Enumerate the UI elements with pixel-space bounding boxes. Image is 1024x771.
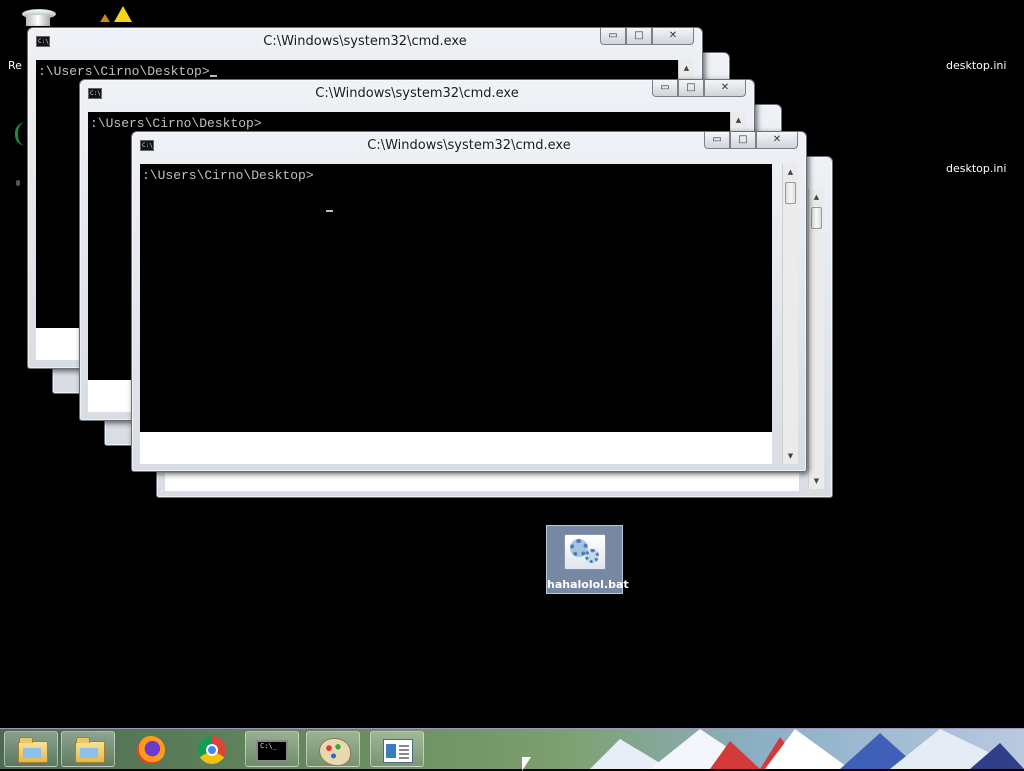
- desktop-label-partial[interactable]: Re: [8, 59, 22, 72]
- close-button[interactable]: ✕: [652, 28, 694, 45]
- bat-file-label: hahalolol.bat: [547, 578, 629, 591]
- title-bar[interactable]: C:\_ C:\Windows\system32\cmd.exe ▭ □ ✕: [80, 80, 754, 107]
- title-bar[interactable]: C:\_ C:\Windows\system32\cmd.exe ▭ □ ✕: [28, 28, 702, 55]
- console-output[interactable]: :\Users\Cirno\Desktop>: [140, 164, 772, 432]
- console-prompt: :\Users\Cirno\Desktop>: [90, 116, 262, 131]
- desktop-icon-partial[interactable]: [15, 122, 26, 146]
- vertical-scrollbar[interactable]: ▲ ▼: [808, 189, 824, 489]
- scrollbar-thumb[interactable]: [811, 207, 822, 229]
- maximize-button[interactable]: □: [678, 80, 704, 97]
- taskbar-chrome-button[interactable]: [185, 731, 239, 767]
- text-cursor: [209, 75, 217, 77]
- firefox-icon: [137, 736, 165, 764]
- taskbar-explorer-button[interactable]: [4, 731, 58, 767]
- minimize-button[interactable]: ▭: [600, 28, 626, 45]
- taskbar-explorer-button[interactable]: [61, 731, 115, 767]
- scroll-up-arrow-icon[interactable]: ▲: [679, 60, 694, 76]
- desktop: Re desktop.ini desktop.ini ▲ ▼ C:\_ C:\W…: [0, 0, 1024, 728]
- folder-icon: [75, 737, 105, 763]
- close-button[interactable]: ✕: [756, 132, 798, 149]
- paint-icon: [319, 738, 351, 766]
- folder-icon: [18, 737, 48, 763]
- text-cursor: [326, 210, 333, 212]
- bat-file-icon[interactable]: hahalolol.bat: [546, 525, 629, 594]
- cmd-window-active[interactable]: C:\_ C:\Windows\system32\cmd.exe ▭ □ ✕ :…: [131, 131, 807, 472]
- scroll-up-arrow-icon[interactable]: ▲: [783, 164, 798, 180]
- minimize-button[interactable]: ▭: [704, 132, 730, 149]
- mouse-pointer-icon: [522, 757, 531, 771]
- editor-icon: [383, 739, 413, 763]
- taskbar: C:\_: [0, 728, 1024, 769]
- scroll-down-arrow-icon[interactable]: ▼: [783, 448, 798, 464]
- scrollbar-thumb[interactable]: [785, 182, 796, 204]
- title-bar[interactable]: C:\_ C:\Windows\system32\cmd.exe ▭ □ ✕: [132, 132, 806, 159]
- batch-gear-icon: [564, 534, 606, 570]
- scroll-up-arrow-icon[interactable]: ▲: [731, 112, 746, 128]
- recycle-bin-icon[interactable]: [20, 6, 56, 26]
- taskbar-firefox-button[interactable]: [124, 731, 178, 767]
- console-prompt: :\Users\Cirno\Desktop>: [142, 168, 314, 183]
- wallpaper-art: [590, 729, 1024, 769]
- console-prompt: :\Users\Cirno\Desktop>: [38, 64, 210, 79]
- desktop-icon-fragment: [16, 180, 20, 186]
- maximize-button[interactable]: □: [626, 28, 652, 45]
- minimize-button[interactable]: ▭: [652, 80, 678, 97]
- scroll-down-arrow-icon[interactable]: ▼: [809, 473, 824, 489]
- desktop-ini-label[interactable]: desktop.ini: [946, 162, 1006, 175]
- cmd-icon: C:\_: [256, 740, 288, 762]
- vertical-scrollbar[interactable]: ▲ ▼: [782, 164, 798, 464]
- close-button[interactable]: ✕: [704, 80, 746, 97]
- chrome-icon: [198, 736, 226, 764]
- warning-icon[interactable]: [96, 4, 136, 22]
- scroll-up-arrow-icon[interactable]: ▲: [809, 189, 824, 205]
- taskbar-cmd-button[interactable]: C:\_: [245, 731, 299, 767]
- maximize-button[interactable]: □: [730, 132, 756, 149]
- taskbar-paint-button[interactable]: [306, 731, 360, 767]
- taskbar-editor-button[interactable]: [370, 731, 424, 767]
- desktop-ini-label[interactable]: desktop.ini: [946, 59, 1006, 72]
